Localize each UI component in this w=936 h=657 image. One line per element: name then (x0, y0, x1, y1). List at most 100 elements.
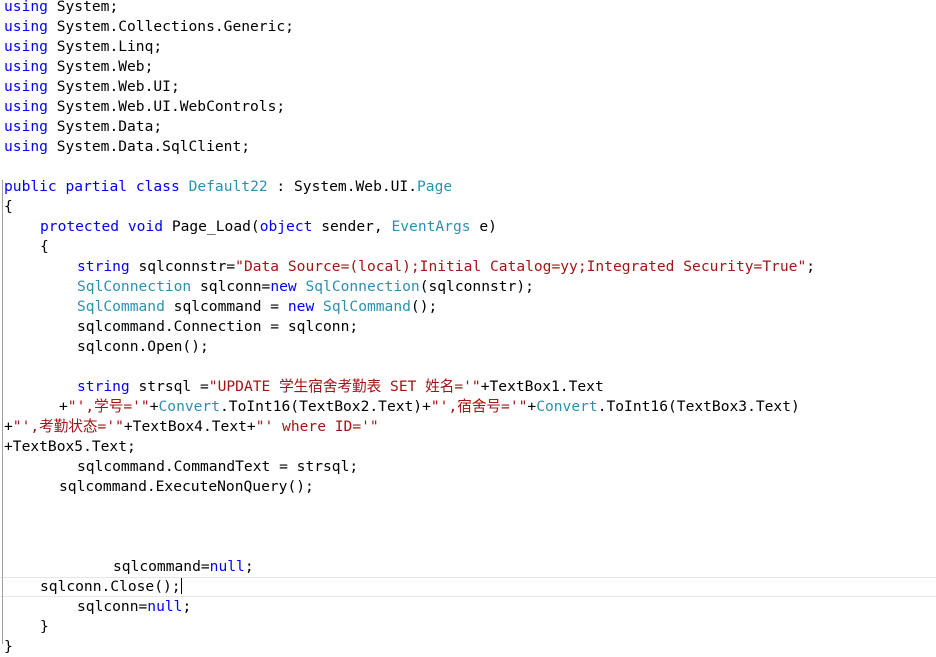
namespace-token: System.Data; (47, 118, 163, 135)
plain-token: sender, (312, 218, 392, 235)
keyword-token: using (4, 38, 48, 55)
namespace-token: System.Collections.Generic; (47, 18, 294, 35)
plain-token: sqlconn.Open(); (77, 338, 209, 355)
string-literal: "',考勤状态='" (12, 418, 124, 435)
brace-token: } (40, 618, 49, 635)
text-caret (180, 578, 182, 594)
keyword-token: using (4, 98, 48, 115)
keyword-token: using (4, 78, 48, 95)
keyword-token: using (4, 58, 48, 75)
keyword-token: new (287, 298, 315, 315)
plain-token: + (527, 398, 537, 415)
plain-token: sqlcommand.ExecuteNonQuery(); (59, 478, 314, 495)
plain-token: + (149, 398, 159, 415)
code-line-close-call[interactable]: sqlconn.Close(); (40, 577, 182, 597)
type-token: Convert (536, 398, 598, 415)
code-line-open-call[interactable]: sqlconn.Open(); (77, 337, 209, 357)
string-literal: "Data Source=(local);Initial Catalog=yy;… (235, 258, 807, 275)
keyword-token: partial (65, 178, 128, 195)
code-line-strsql[interactable]: string strsql ="UPDATE 学生宿舍考勤表 SET 姓名='"… (77, 377, 604, 397)
brace-token: { (40, 238, 49, 255)
plain-token: +TextBox5.Text; (4, 438, 136, 455)
code-line-method-open-brace[interactable]: { (40, 237, 49, 257)
keyword-token: using (4, 118, 48, 135)
plain-token: ; (244, 558, 254, 575)
namespace-token: System.Data.SqlClient; (47, 138, 251, 155)
keyword-token: void (127, 218, 164, 235)
code-line-command-null[interactable]: sqlcommand=null; (113, 557, 254, 577)
plain-token: sqlcommand = (164, 298, 288, 315)
code-line-strsql-continuation-2[interactable]: +"',考勤状态='"+TextBox4.Text+"' where ID='" (4, 417, 379, 437)
type-token: SqlConnection (77, 278, 192, 295)
code-line-strsql-continuation-1[interactable]: +"',学号='"+Convert.ToInt16(TextBox2.Text)… (59, 397, 800, 417)
plain-token: strsql = (129, 378, 209, 395)
namespace-token: System.Linq; (47, 38, 163, 55)
namespace-token: System; (47, 0, 119, 15)
string-literal: "',宿舍号='" (430, 398, 528, 415)
code-line-sqlconnection[interactable]: SqlConnection sqlconn=new SqlConnection(… (77, 277, 534, 297)
code-line-using-7[interactable]: using System.Data; (4, 117, 162, 137)
brace-token: { (4, 198, 13, 215)
type-token: SqlCommand (77, 298, 165, 315)
code-line-using-8[interactable]: using System.Data.SqlClient; (4, 137, 250, 157)
plain-token: .ToInt16(TextBox3.Text) (597, 398, 800, 415)
plain-token: + (4, 418, 13, 435)
code-line-execute-call[interactable]: sqlcommand.ExecuteNonQuery(); (59, 477, 314, 497)
code-line-class-close-brace[interactable]: } (4, 637, 13, 657)
code-line-using-1[interactable]: using System; (4, 0, 118, 17)
plain-token: (sqlconnstr); (419, 278, 534, 295)
plain-token: .ToInt16(TextBox2.Text)+ (220, 398, 431, 415)
code-line-using-2[interactable]: using System.Collections.Generic; (4, 17, 294, 37)
code-line-conn-null[interactable]: sqlconn=null; (77, 597, 191, 617)
type-token: SqlConnection (305, 278, 420, 295)
code-line-commandtext-assign[interactable]: sqlcommand.CommandText = strsql; (77, 457, 358, 477)
plain-token: ; (182, 598, 192, 615)
code-line-using-6[interactable]: using System.Web.UI.WebControls; (4, 97, 285, 117)
code-line-using-3[interactable]: using System.Linq; (4, 37, 162, 57)
keyword-token: using (4, 0, 48, 15)
string-literal: "UPDATE 学生宿舍考勤表 SET 姓名='" (208, 378, 481, 395)
keyword-token: null (209, 558, 245, 575)
namespace-token: System.Web; (47, 58, 154, 75)
plain-token: : System.Web.UI. (267, 178, 418, 195)
keyword-token: public (4, 178, 57, 195)
plain-token: ; (806, 258, 816, 275)
plain-token: +TextBox1.Text (480, 378, 604, 395)
plain-token: +TextBox4.Text+ (123, 418, 256, 435)
outline-collapse-guide (2, 180, 3, 644)
plain-token: e) (470, 218, 497, 235)
type-token: EventArgs (391, 218, 471, 235)
code-line-method-declaration[interactable]: protected void Page_Load(object sender, … (40, 217, 497, 237)
class-name-token: Default22 (188, 178, 268, 195)
code-line-using-5[interactable]: using System.Web.UI; (4, 77, 180, 97)
code-line-connstr[interactable]: string sqlconnstr="Data Source=(local);I… (77, 257, 815, 277)
plain-token: sqlcommand.CommandText = strsql; (77, 458, 359, 475)
code-editor[interactable]: using System; using System.Collections.G… (0, 0, 936, 655)
keyword-token: null (147, 598, 183, 615)
code-line-class-declaration[interactable]: public partial class Default22 : System.… (4, 177, 452, 197)
namespace-token: System.Web.UI; (47, 78, 180, 95)
plain-token: (); (410, 298, 438, 315)
string-literal: "',学号='" (67, 398, 150, 415)
plain-token: sqlconnstr= (129, 258, 236, 275)
keyword-token: string (77, 378, 130, 395)
plain-token: sqlcommand.Connection = sqlconn; (77, 318, 359, 335)
code-line-using-4[interactable]: using System.Web; (4, 57, 153, 77)
plain-token: sqlconn= (77, 598, 148, 615)
code-line-class-open-brace[interactable]: { (4, 197, 13, 217)
string-literal: "' where ID='" (255, 418, 379, 435)
type-token: SqlCommand (323, 298, 411, 315)
type-token: Page (417, 178, 453, 195)
keyword-token: object (259, 218, 313, 235)
keyword-token: new (270, 278, 297, 295)
code-line-connection-assign[interactable]: sqlcommand.Connection = sqlconn; (77, 317, 358, 337)
code-line-strsql-continuation-3[interactable]: +TextBox5.Text; (4, 437, 136, 457)
namespace-token: System.Web.UI.WebControls; (47, 98, 286, 115)
plain-token: sqlcommand= (113, 558, 210, 575)
keyword-token: class (135, 178, 180, 195)
code-line-method-close-brace[interactable]: } (40, 617, 49, 637)
method-name-token: Page_Load( (163, 218, 260, 235)
type-token: Convert (158, 398, 221, 415)
code-line-sqlcommand[interactable]: SqlCommand sqlcommand = new SqlCommand()… (77, 297, 437, 317)
keyword-token: protected (40, 218, 120, 235)
